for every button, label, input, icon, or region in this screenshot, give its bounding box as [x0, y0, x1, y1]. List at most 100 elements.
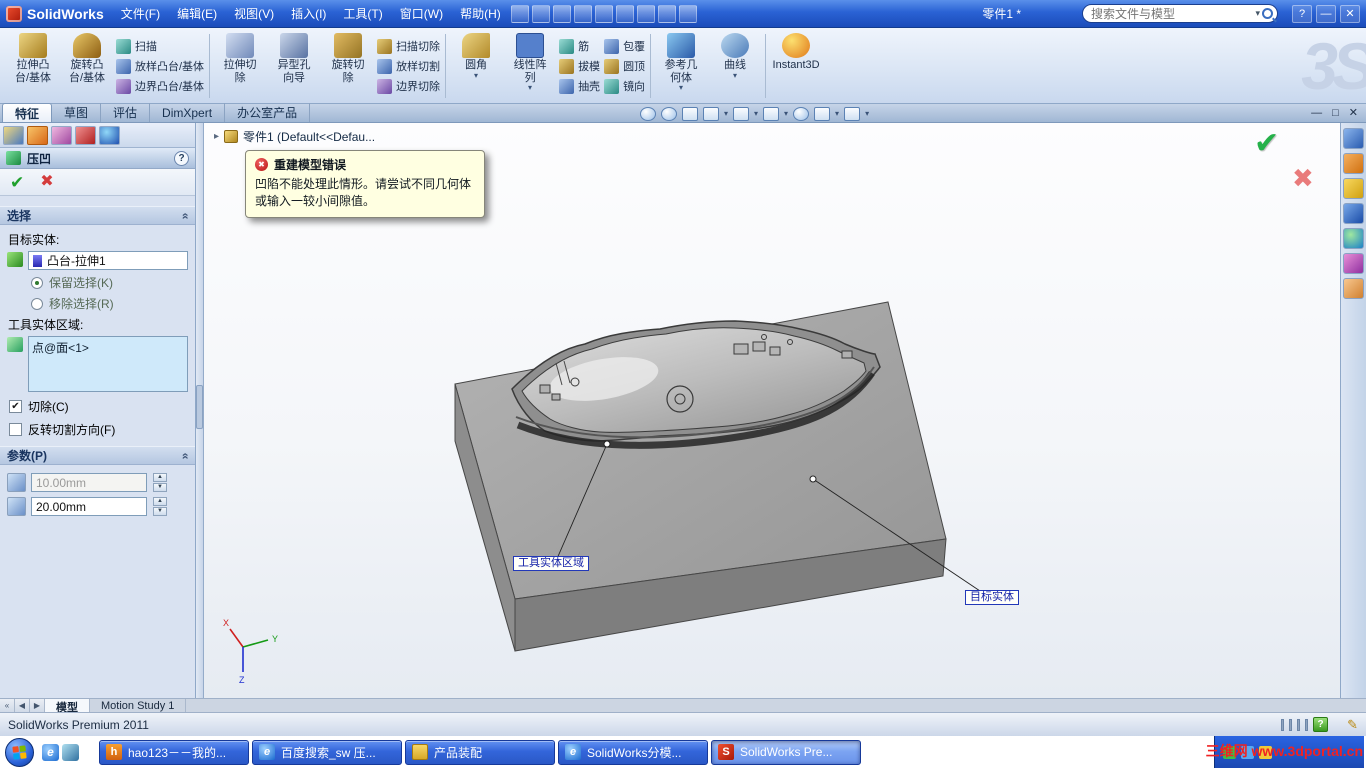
- parameters-section-header[interactable]: 参数(P) »: [0, 446, 195, 465]
- print-icon[interactable]: [573, 4, 592, 23]
- tab-office-products[interactable]: 办公室产品: [225, 103, 311, 122]
- doc-minimize-icon[interactable]: —: [1311, 105, 1322, 122]
- mirror-button[interactable]: 镜向: [604, 77, 645, 96]
- tab-scroll-prev-button[interactable]: ◀: [15, 699, 30, 712]
- redo-icon[interactable]: [615, 4, 634, 23]
- quick-tips-icon[interactable]: ?: [1313, 717, 1329, 732]
- menu-help[interactable]: 帮助(H): [452, 2, 509, 25]
- file-explorer-icon[interactable]: [1343, 178, 1364, 199]
- thickness-field[interactable]: 20.00mm: [31, 497, 147, 516]
- design-library-icon[interactable]: [1343, 153, 1364, 174]
- hole-wizard-button[interactable]: 异型孔 向导: [267, 31, 321, 101]
- menu-edit[interactable]: 编辑(E): [169, 2, 225, 25]
- configuration-manager-tab-icon[interactable]: [51, 125, 72, 145]
- confirmation-cancel-icon[interactable]: ✖: [1292, 165, 1314, 191]
- boundary-boss-button[interactable]: 边界凸台/基体: [116, 77, 204, 96]
- edit-appearance-icon[interactable]: [793, 106, 810, 121]
- property-help-icon[interactable]: ?: [174, 150, 189, 166]
- keep-selection-radio[interactable]: 保留选择(K): [31, 274, 113, 291]
- save-icon[interactable]: [552, 4, 571, 23]
- curves-button[interactable]: 曲线 ▾: [708, 31, 762, 101]
- open-icon[interactable]: [531, 4, 550, 23]
- search-box[interactable]: ▾: [1082, 4, 1278, 23]
- view-settings-icon[interactable]: [844, 106, 861, 121]
- minimize-button[interactable]: —: [1316, 4, 1336, 23]
- menu-tools[interactable]: 工具(T): [335, 2, 390, 25]
- revolve-boss-button[interactable]: 旋转凸 台/基体: [60, 31, 114, 101]
- zoom-area-icon[interactable]: [661, 106, 677, 121]
- spin-down-icon[interactable]: ▼: [153, 507, 167, 516]
- show-desktop-icon[interactable]: [62, 743, 79, 761]
- reference-geometry-button[interactable]: 参考几 何体 ▾: [654, 31, 708, 101]
- taskbar-button-assembly-folder[interactable]: 产品装配: [405, 739, 555, 765]
- dropdown-arrow-icon[interactable]: ▾: [724, 109, 728, 118]
- gap-spinner[interactable]: ▲ ▼: [153, 473, 167, 492]
- motion-study-tab[interactable]: Motion Study 1: [90, 699, 187, 712]
- close-button[interactable]: ✕: [1340, 4, 1360, 23]
- tab-scroll-first-button[interactable]: «: [0, 699, 15, 712]
- menu-insert[interactable]: 插入(I): [283, 2, 334, 25]
- doc-close-icon[interactable]: ✕: [1349, 105, 1358, 122]
- spin-up-icon[interactable]: ▲: [153, 497, 167, 506]
- previous-view-icon[interactable]: [682, 106, 698, 121]
- graphics-area[interactable]: X Y Z ▸ 零件1 (Default<<Defau... ✖ 重建模型错误 …: [204, 123, 1340, 698]
- feature-tree-root[interactable]: ▸ 零件1 (Default<<Defau...: [214, 128, 375, 145]
- boundary-cut-button[interactable]: 边界切除: [377, 77, 440, 96]
- tool-region-item[interactable]: 点@面<1>: [32, 339, 184, 356]
- thickness-spinner[interactable]: ▲ ▼: [153, 497, 167, 516]
- dome-button[interactable]: 圆顶: [604, 57, 645, 76]
- doc-restore-icon[interactable]: □: [1332, 105, 1339, 122]
- taskbar-button-hao123[interactable]: h hao123－－我的...: [99, 739, 249, 765]
- fillet-button[interactable]: 圆角 ▾: [449, 31, 503, 101]
- extrude-boss-button[interactable]: 拉伸凸 台/基体: [6, 31, 60, 101]
- rebuild-icon[interactable]: [657, 4, 676, 23]
- select-icon[interactable]: [636, 4, 655, 23]
- appearances-scenes-icon[interactable]: [1343, 228, 1364, 249]
- dropdown-arrow-icon[interactable]: ▾: [835, 109, 839, 118]
- start-button[interactable]: [5, 737, 34, 767]
- wrap-button[interactable]: 包覆: [604, 37, 645, 56]
- view-orientation-icon[interactable]: [733, 106, 750, 121]
- appearance-manager-tab-icon[interactable]: [99, 125, 120, 145]
- panel-splitter[interactable]: [196, 123, 204, 698]
- dimxpert-manager-tab-icon[interactable]: [75, 125, 96, 145]
- spin-up-icon[interactable]: ▲: [153, 473, 167, 482]
- tool-region-listbox[interactable]: 点@面<1>: [28, 336, 188, 392]
- extruded-cut-button[interactable]: 拉伸切 除: [213, 31, 267, 101]
- confirmation-ok-icon[interactable]: ✔: [1254, 129, 1279, 159]
- tree-expander-icon[interactable]: ▸: [214, 131, 219, 142]
- tab-features[interactable]: 特征: [2, 103, 53, 122]
- taskbar-button-sw-parting[interactable]: e SolidWorks分模...: [558, 739, 708, 765]
- sweep-button[interactable]: 扫描: [116, 37, 204, 56]
- tab-dimxpert[interactable]: DimXpert: [150, 103, 226, 122]
- ie-quicklaunch-icon[interactable]: e: [42, 743, 59, 761]
- options-icon[interactable]: [678, 4, 697, 23]
- taskbar-button-solidworks[interactable]: S SolidWorks Pre...: [711, 739, 861, 765]
- target-body-field[interactable]: 凸台-拉伸1: [28, 251, 188, 270]
- apply-scene-icon[interactable]: [814, 106, 831, 121]
- section-view-icon[interactable]: [703, 106, 719, 121]
- menu-view[interactable]: 视图(V): [226, 2, 282, 25]
- feature-tree-root-label[interactable]: 零件1 (Default<<Defau...: [243, 128, 375, 145]
- spin-down-icon[interactable]: ▼: [153, 483, 167, 492]
- cancel-button[interactable]: ✖: [40, 174, 53, 190]
- property-manager-tab-icon[interactable]: [27, 125, 48, 145]
- display-style-icon[interactable]: [763, 106, 780, 121]
- revolved-cut-button[interactable]: 旋转切 除: [321, 31, 375, 101]
- flip-cut-direction-checkbox[interactable]: 反转切割方向(F): [9, 421, 115, 438]
- dropdown-arrow-icon[interactable]: ▾: [865, 109, 869, 118]
- menu-file[interactable]: 文件(F): [113, 2, 168, 25]
- search-input[interactable]: [1091, 6, 1254, 21]
- taskbar-button-baidu[interactable]: e 百度搜索_sw 压...: [252, 739, 402, 765]
- solidworks-search-icon[interactable]: [1343, 203, 1364, 224]
- dropdown-arrow-icon[interactable]: ▾: [754, 109, 758, 118]
- help-button[interactable]: ?: [1292, 4, 1312, 23]
- splitter-grip[interactable]: [196, 385, 203, 429]
- search-dropdown-icon[interactable]: ▾: [1255, 8, 1260, 19]
- draft-button[interactable]: 拔模: [559, 57, 600, 76]
- cut-checkbox[interactable]: ✔ 切除(C): [9, 398, 69, 415]
- model-tab[interactable]: 模型: [45, 699, 90, 714]
- new-document-icon[interactable]: [510, 4, 529, 23]
- search-icon[interactable]: [1262, 8, 1273, 19]
- feature-manager-tab-icon[interactable]: [3, 125, 24, 145]
